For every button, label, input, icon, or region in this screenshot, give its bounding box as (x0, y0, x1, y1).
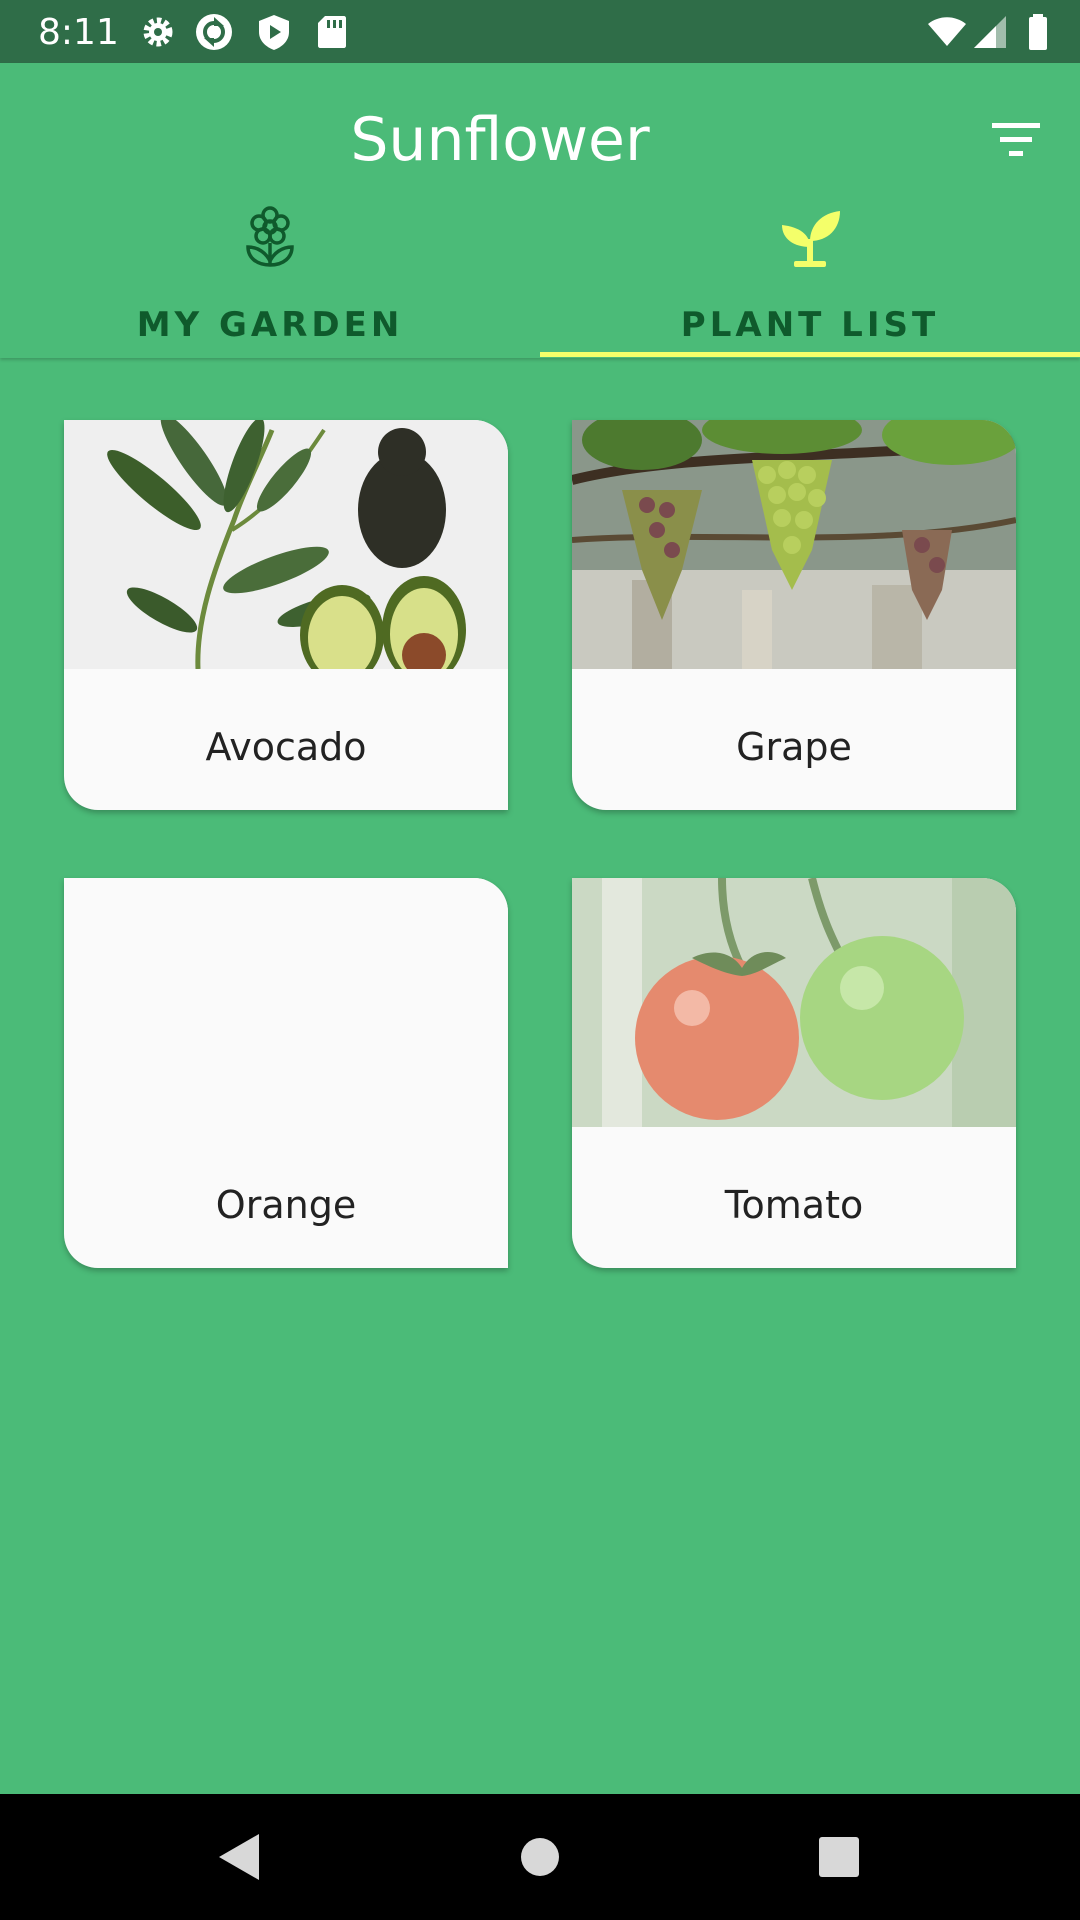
filter-list-icon (992, 123, 1040, 156)
filter-button[interactable] (984, 108, 1048, 172)
tab-label-plant-list: PLANT LIST (680, 305, 940, 345)
status-bar: 8:11 (0, 0, 1080, 63)
home-button[interactable] (507, 1824, 573, 1890)
play-protect-icon (254, 12, 294, 52)
recents-button[interactable] (806, 1824, 872, 1890)
gear-icon (138, 12, 178, 52)
plant-card-avocado[interactable]: Avocado (64, 420, 508, 810)
system-nav-bar (0, 1794, 1080, 1920)
wifi-icon (924, 12, 970, 52)
battery-icon (1018, 12, 1058, 52)
recents-icon (819, 1837, 859, 1877)
tab-my-garden[interactable]: MY GARDEN (0, 203, 540, 358)
status-time: 8:11 (38, 12, 119, 53)
back-icon (219, 1834, 259, 1880)
signal-icon (972, 12, 1012, 52)
plant-name: Grape (736, 725, 852, 769)
selected-tab-indicator (540, 352, 1080, 357)
plant-image-grape (572, 420, 1016, 669)
tab-label-my-garden: MY GARDEN (136, 305, 404, 345)
sync-icon (194, 12, 234, 52)
plant-image-tomato (572, 878, 1016, 1127)
plant-name: Orange (215, 1183, 357, 1227)
plant-image-avocado (64, 420, 508, 669)
plant-image-orange (64, 878, 508, 1127)
app-bar: Sunflower MY GARDEN PLANT LIST (0, 63, 1080, 358)
flower-icon (236, 203, 304, 271)
plant-card-tomato[interactable]: Tomato (572, 878, 1016, 1268)
plant-name: Avocado (205, 725, 367, 769)
back-button[interactable] (207, 1824, 273, 1890)
tab-plant-list[interactable]: PLANT LIST (540, 203, 1080, 358)
home-icon (521, 1838, 559, 1876)
plant-card-grape[interactable]: Grape (572, 420, 1016, 810)
sd-card-icon (312, 12, 352, 52)
plant-card-orange[interactable]: Orange (64, 878, 508, 1268)
app-title: Sunflower (350, 105, 650, 175)
sprout-icon (776, 203, 844, 271)
plant-name: Tomato (724, 1183, 864, 1227)
